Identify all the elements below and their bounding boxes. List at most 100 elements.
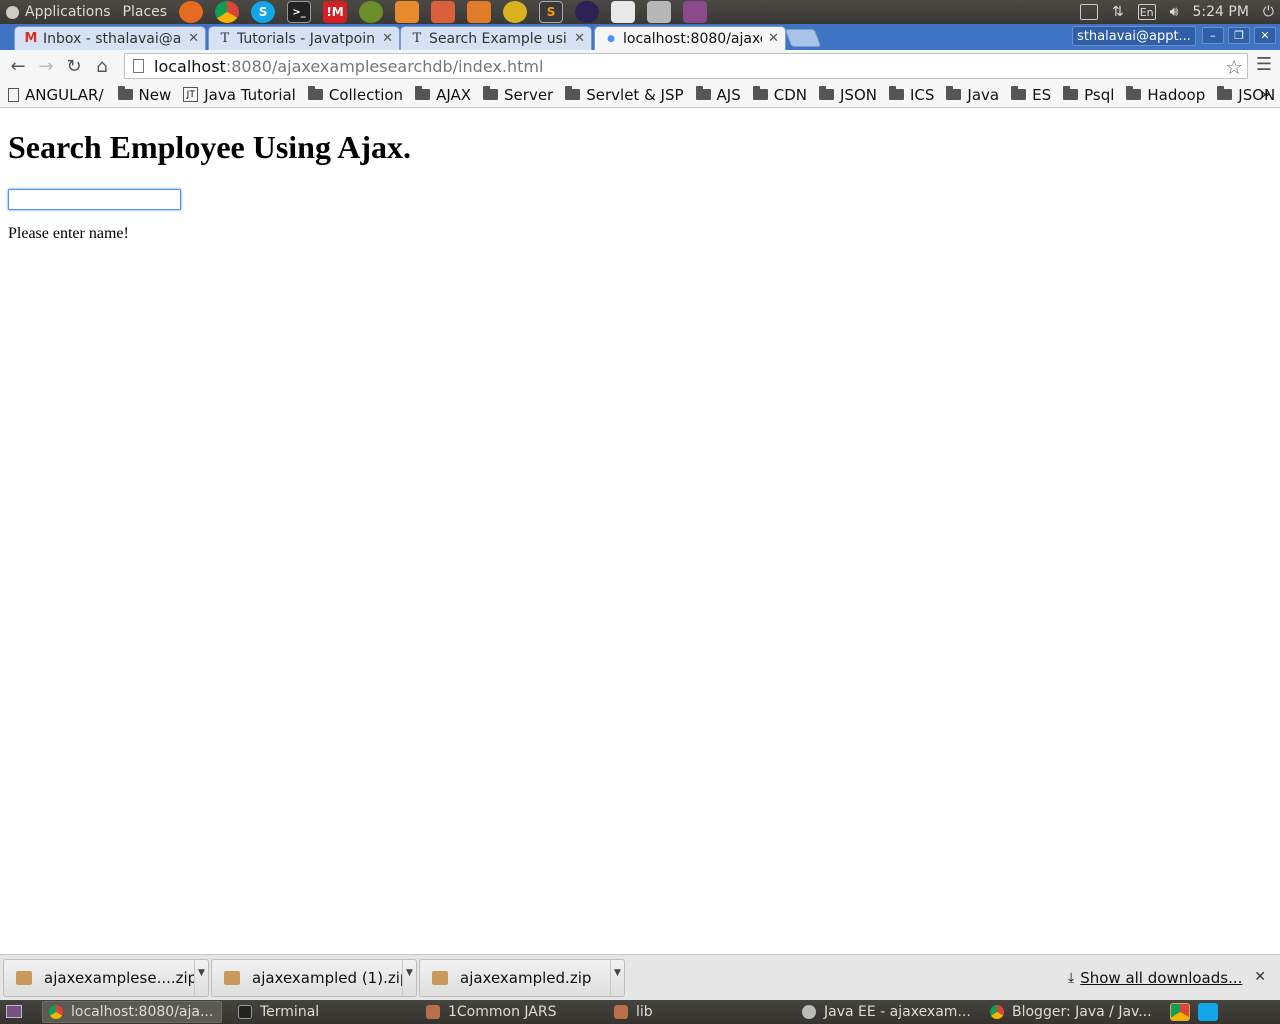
page-icon	[133, 59, 144, 73]
skype-tray-icon[interactable]	[1198, 1003, 1218, 1021]
task-lib[interactable]: lib	[608, 1001, 788, 1023]
folder-icon	[307, 86, 323, 100]
todo-icon[interactable]: !M	[323, 1, 348, 23]
download-menu-icon[interactable]: ▼	[194, 960, 208, 996]
download-arrow-icon: ⤓	[1068, 970, 1075, 986]
indicator-icon[interactable]	[1079, 4, 1098, 20]
home-icon[interactable]: ⌂	[88, 52, 116, 80]
skype-icon[interactable]: S	[251, 1, 276, 23]
task-label: Blogger: Java / Jav...	[1012, 1004, 1152, 1020]
close-window-icon[interactable]: ✕	[1254, 27, 1276, 44]
bookmark-server[interactable]: Server	[483, 86, 553, 104]
teapot-icon[interactable]	[503, 1, 528, 23]
places-menu[interactable]: Places	[123, 4, 168, 20]
task-eclipse[interactable]: Java EE - ajaxexam...	[796, 1001, 976, 1023]
downloads-shelf: ajaxexamplese....zip ▼ ajaxexampled (1).…	[0, 954, 1280, 1000]
clock[interactable]: 5:24 PM	[1193, 4, 1249, 20]
bookmark-java[interactable]: Java	[946, 86, 999, 104]
chrome-tray-icon[interactable]	[1170, 1003, 1190, 1021]
bookmark-ajs[interactable]: AJS	[695, 86, 741, 104]
terminal-icon[interactable]: >_	[287, 1, 312, 23]
bookmarks-bar: ANGULAR/ New JT Java Tutorial Collection …	[0, 82, 1280, 108]
reload-icon[interactable]: ↻	[60, 52, 88, 80]
download-menu-icon[interactable]: ▼	[610, 960, 624, 996]
url-path: :8080/ajaxexamplesearchdb/index.html	[225, 56, 544, 76]
restore-icon[interactable]: ❐	[1228, 27, 1250, 44]
address-bar[interactable]: localhost:8080/ajaxexamplesearchdb/index…	[124, 53, 1248, 79]
tab-label: localhost:8080/ajaxe	[623, 30, 763, 47]
chrome-menu-icon[interactable]: ☰	[1256, 54, 1272, 75]
close-tab-icon[interactable]: ✕	[188, 31, 199, 46]
bookmark-label: Psql	[1084, 85, 1115, 104]
applications-menu[interactable]: Applications	[25, 4, 111, 20]
bookmark-angular[interactable]: ANGULAR/	[8, 86, 104, 104]
bookmark-json[interactable]: JSON	[819, 86, 877, 104]
chrome-icon	[49, 1005, 63, 1019]
close-tab-icon[interactable]: ✕	[574, 31, 585, 46]
task-chrome-localhost[interactable]: localhost:8080/aja...	[42, 1001, 222, 1023]
task-common-jars[interactable]: 1Common JARS	[420, 1001, 600, 1023]
top-panel: Applications Places S >_ !M S ⇅ En 🔊︎ 5:…	[0, 0, 1280, 24]
task-blogger[interactable]: Blogger: Java / Jav...	[984, 1001, 1164, 1023]
profile-button[interactable]: sthalavai@appt...	[1072, 26, 1196, 46]
more-bookmarks-icon[interactable]: »	[1261, 85, 1270, 103]
folder-icon	[819, 86, 834, 100]
forward-icon[interactable]: →	[32, 52, 60, 80]
tab-gmail[interactable]: M Inbox - sthalavai@ap ✕	[14, 26, 206, 50]
launcher-bar: S >_ !M S	[179, 1, 719, 23]
download-menu-icon[interactable]: ▼	[402, 960, 416, 996]
download-filename: ajaxexampled (1).zip	[252, 969, 402, 987]
javatpoint-icon: T	[220, 31, 230, 46]
search-input[interactable]	[8, 189, 181, 210]
close-shelf-icon[interactable]: ✕	[1254, 969, 1266, 985]
bookmark-servlet-jsp[interactable]: Servlet & JSP	[565, 86, 684, 104]
orange-icon[interactable]	[395, 1, 420, 23]
download-item[interactable]: ajaxexampled (1).zip ▼	[211, 959, 417, 997]
loading-icon: ●	[607, 33, 615, 44]
bookmark-label: ANGULAR/	[25, 85, 104, 104]
tab-javatpoint-tutorials[interactable]: T Tutorials - Javatpoin ✕	[208, 26, 400, 50]
folder-icon	[483, 86, 499, 100]
archive-icon	[432, 971, 448, 985]
chrome-icon[interactable]	[215, 1, 240, 23]
new-tab-button[interactable]	[784, 29, 822, 47]
bookmark-star-icon[interactable]: ☆	[1225, 55, 1243, 79]
bookmark-label: Java Tutorial	[204, 85, 296, 104]
bookmark-new[interactable]: New	[117, 86, 171, 104]
home-folder-icon[interactable]	[431, 1, 456, 23]
bookmark-cdn[interactable]: CDN	[752, 86, 807, 104]
download-item[interactable]: ajaxexamplese....zip ▼	[3, 959, 209, 997]
bookmark-ics[interactable]: ICS	[888, 86, 934, 104]
close-tab-icon[interactable]: ✕	[382, 31, 393, 46]
calculator-icon[interactable]	[647, 1, 672, 23]
monkey-icon[interactable]	[359, 1, 384, 23]
firefox-icon[interactable]	[179, 1, 204, 23]
volume-icon[interactable]: 🔊︎	[1170, 4, 1179, 20]
status-message: Please enter name!	[8, 225, 129, 242]
back-icon[interactable]: ←	[4, 52, 32, 80]
eclipse-icon[interactable]	[575, 1, 600, 23]
keyboard-layout-indicator[interactable]: En	[1137, 4, 1156, 20]
folder-icon[interactable]	[467, 1, 492, 23]
show-all-downloads-link[interactable]: ⤓ Show all downloads...	[1068, 969, 1242, 987]
bookmark-ajax[interactable]: AJAX	[415, 86, 471, 104]
bookmark-hadoop[interactable]: Hadoop	[1126, 86, 1205, 104]
power-icon[interactable]: ⏻	[1263, 4, 1274, 20]
task-terminal[interactable]: Terminal	[232, 1001, 412, 1023]
bookmark-psql[interactable]: Psql	[1063, 86, 1114, 104]
bookmark-collection[interactable]: Collection	[307, 86, 403, 104]
show-desktop-icon[interactable]	[6, 1005, 22, 1018]
monitor-icon[interactable]	[683, 1, 708, 23]
network-icon[interactable]: ⇅	[1112, 4, 1124, 20]
page-title: Search Employee Using Ajax.	[8, 129, 411, 165]
bookmark-java-tutorial[interactable]: JT Java Tutorial	[183, 86, 296, 104]
sublime-icon[interactable]: S	[539, 1, 564, 23]
text-editor-icon[interactable]	[611, 1, 636, 23]
bookmark-es[interactable]: ES	[1011, 86, 1051, 104]
tab-localhost[interactable]: ● localhost:8080/ajaxe ✕	[594, 26, 786, 50]
minimize-icon[interactable]: –	[1202, 27, 1224, 44]
close-tab-icon[interactable]: ✕	[768, 31, 779, 46]
download-item[interactable]: ajaxexampled.zip ▼	[419, 959, 625, 997]
folder-icon	[1011, 86, 1027, 100]
tab-search-example[interactable]: T Search Example usin ✕	[400, 26, 592, 50]
